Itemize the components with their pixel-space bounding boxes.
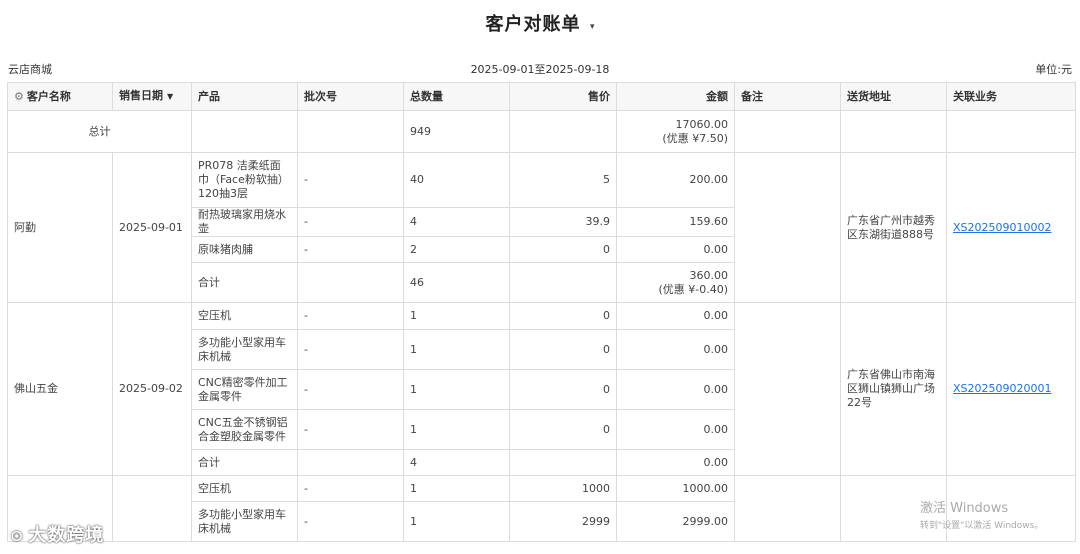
amount: 0.00 [616, 329, 735, 370]
amount: 0.00 [616, 409, 735, 450]
subtotal-amount: 360.00 (优惠 ¥-0.40) [616, 262, 735, 303]
col-header-product: 产品 [191, 82, 298, 111]
batch-no: - [297, 501, 404, 542]
price: 0 [509, 369, 617, 410]
amount: 200.00 [616, 152, 735, 208]
grand-total-discount: (优惠 ¥7.50) [662, 131, 728, 145]
delivery-address: 广东省广州市越秀区东湖街道888号 [840, 152, 947, 303]
qty: 1 [403, 302, 510, 330]
price: 0 [509, 409, 617, 450]
sale-date [112, 475, 192, 542]
col-header-price: 售价 [509, 82, 617, 111]
customer-name: 阿勤 [7, 152, 113, 303]
batch-no: - [297, 302, 404, 330]
subtotal-qty: 46 [403, 262, 510, 303]
customer-name: 佛山五金 [7, 302, 113, 476]
product-name: 耐热玻璃家用烧水壶 [191, 207, 298, 237]
price: 39.9 [509, 207, 617, 237]
table-header-row: ⚙ 客户名称 销售日期 ▼ 产品 批次号 总数量 售价 金额 备注 送货地址 关联业… [7, 82, 1076, 111]
title-row: 客户对账单 ▾ [0, 10, 1080, 36]
qty: 1 [403, 369, 510, 410]
amount: 1000.00 [616, 475, 735, 502]
batch-no: - [297, 369, 404, 410]
product-name: 多功能小型家用车床机械 [191, 501, 298, 542]
product-name: 空压机 [191, 475, 298, 502]
table-row: 阿勤 2025-09-01 PR078 洁柔纸面巾（Face粉软抽）120抽3层… [7, 152, 1076, 303]
grand-total-qty: 949 [403, 110, 510, 153]
price: 0 [509, 329, 617, 370]
amount: 0.00 [616, 302, 735, 330]
windows-activation-watermark: 激活 Windows 转到"设置"以激活 Windows。 [920, 501, 1044, 531]
qty: 1 [403, 409, 510, 450]
product-name: CNC五金不锈钢铝合金塑胶金属零件 [191, 409, 298, 450]
gear-icon[interactable]: ⚙ [14, 90, 24, 104]
product-name: 空压机 [191, 302, 298, 330]
col-header-amount: 金额 [616, 82, 735, 111]
note [734, 302, 841, 476]
col-header-related: 关联业务 [946, 82, 1076, 111]
product-name: 多功能小型家用车床机械 [191, 329, 298, 370]
amount: 159.60 [616, 207, 735, 237]
col-header-qty: 总数量 [403, 82, 510, 111]
table-row: 佛山五金 2025-09-02 空压机 - 1 0 0.00 广东省佛山市南海区… [7, 302, 1076, 476]
product-name: CNC精密零件加工金属零件 [191, 369, 298, 410]
currency-unit: 单位:元 [1035, 63, 1072, 76]
amount: 0.00 [616, 236, 735, 263]
qty: 1 [403, 475, 510, 502]
grand-total-label: 总计 [7, 110, 192, 153]
delivery-address: 广东省佛山市南海区狮山镇狮山广场22号 [840, 302, 947, 476]
price: 0 [509, 236, 617, 263]
qty: 1 [403, 501, 510, 542]
batch-no: - [297, 329, 404, 370]
qty: 40 [403, 152, 510, 208]
col-header-customer: ⚙ 客户名称 [7, 82, 113, 111]
subtotal-label: 合计 [191, 262, 298, 303]
amount: 0.00 [616, 369, 735, 410]
batch-no: - [297, 207, 404, 237]
product-name: PR078 洁柔纸面巾（Face粉软抽）120抽3层 [191, 152, 298, 208]
product-name: 原味猪肉脯 [191, 236, 298, 263]
related-order-cell: XS202509020001 [946, 302, 1076, 476]
related-order-cell: XS202509010002 [946, 152, 1076, 303]
sale-date: 2025-09-01 [112, 152, 192, 303]
qty: 1 [403, 329, 510, 370]
batch-no: - [297, 409, 404, 450]
qty: 2 [403, 236, 510, 263]
qty: 4 [403, 207, 510, 237]
sale-date: 2025-09-02 [112, 302, 192, 476]
sort-caret-down-icon[interactable]: ▼ [167, 92, 173, 101]
page-title: 客户对账单 [485, 14, 581, 35]
price: 0 [509, 302, 617, 330]
batch-no: - [297, 236, 404, 263]
col-header-date[interactable]: 销售日期 ▼ [112, 82, 192, 111]
col-header-batch: 批次号 [297, 82, 404, 111]
price: 5 [509, 152, 617, 208]
subtotal-discount: (优惠 ¥-0.40) [658, 282, 728, 296]
note [734, 152, 841, 303]
table-row: 空压机 - 1 1000 1000.00 [7, 475, 1076, 542]
subtotal-qty: 4 [403, 449, 510, 476]
price: 2999 [509, 501, 617, 542]
batch-no: - [297, 152, 404, 208]
logo-icon: ⊙ [10, 526, 25, 545]
subtotal-label: 合计 [191, 449, 298, 476]
title-dropdown-caret-icon[interactable]: ▾ [590, 22, 595, 32]
related-order-link[interactable]: XS202509020001 [953, 382, 1052, 395]
note [734, 475, 841, 542]
brand-logo: ⊙ 大数跨境 [10, 525, 105, 546]
subtotal-amount: 0.00 [616, 449, 735, 476]
col-header-address: 送货地址 [840, 82, 947, 111]
amount: 2999.00 [616, 501, 735, 542]
related-order-link[interactable]: XS202509010002 [953, 221, 1052, 234]
col-header-note: 备注 [734, 82, 841, 111]
batch-no: - [297, 475, 404, 502]
statement-table: ⚙ 客户名称 销售日期 ▼ 产品 批次号 总数量 售价 金额 备注 送货地址 关联业… [7, 82, 1076, 542]
price: 1000 [509, 475, 617, 502]
grand-total-amount: 17060.00 (优惠 ¥7.50) [616, 110, 735, 153]
date-period: 2025-09-01至2025-09-18 [470, 63, 610, 76]
grand-total-row: 总计 949 17060.00 (优惠 ¥7.50) [7, 110, 1076, 153]
